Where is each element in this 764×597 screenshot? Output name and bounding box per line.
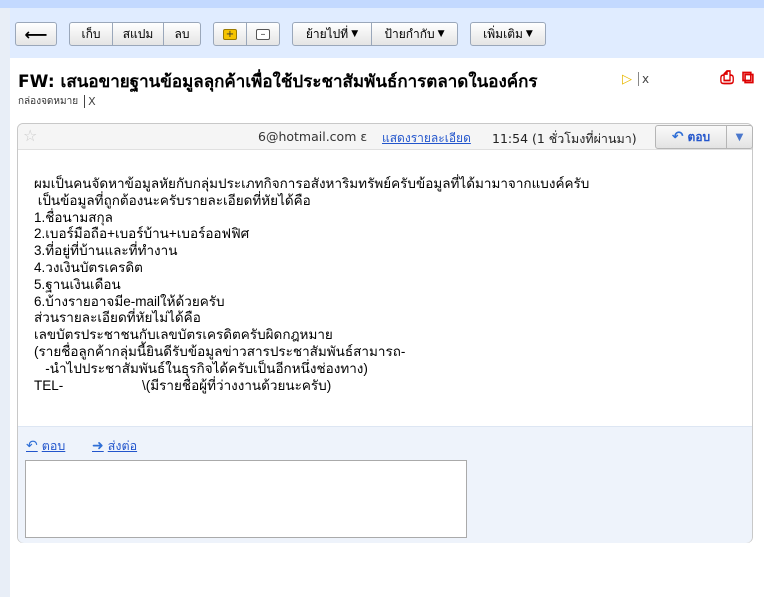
message-card: ☆ 6@hotmail.com ε แสดงรายละเอียด 11:54 (… [17, 123, 753, 543]
message-time: 11:54 (1 ชั่วโมงที่ผ่านมา) [492, 131, 637, 146]
message-header: ☆ 6@hotmail.com ε แสดงรายละเอียด 11:54 (… [18, 124, 753, 150]
sender-address: 6@hotmail.com ε [258, 129, 368, 144]
forward-arrow-icon: ➜ [92, 438, 104, 454]
delete-button[interactable]: ลบ [164, 22, 201, 46]
print-icon[interactable]: ⎙ [720, 68, 734, 88]
inbox-label: กล่องจดหมาย X [18, 94, 96, 109]
archive-button[interactable]: เก็บ [69, 22, 113, 46]
body-line: 3.ที่อยู่ที่บ้านและที่ทำงาน [34, 243, 178, 259]
inbox-label-close[interactable]: X [84, 95, 96, 108]
label-remove-icon: – [256, 28, 270, 40]
body-line: -นำไปประชาสัมพันธ์ในธุรกิจได้ครับเป็นอีก… [34, 360, 368, 376]
body-line: 5.ฐานเงินเดือน [34, 276, 121, 292]
top-icons: ⎙ ⧉ [720, 68, 754, 88]
chevron-down-icon: ▼ [437, 29, 445, 39]
footer-reply-link[interactable]: ↶ ตอบ [26, 436, 65, 456]
reply-button[interactable]: ↶ ตอบ [655, 125, 727, 149]
back-arrow-icon: ⟵ [24, 24, 48, 44]
reply-button-label: ตอบ [687, 129, 711, 144]
show-details-link[interactable]: แสดงรายละเอียด [382, 129, 471, 148]
more-actions-label: เพิ่มเติม [483, 26, 523, 41]
footer-forward-link[interactable]: ➜ ส่งต่อ [92, 436, 137, 456]
reply-footer: ↶ ตอบ ➜ ส่งต่อ [18, 426, 752, 543]
message-body: ผมเป็นคนจัดหาข้อมูลหัยกับกลุ่มประเภทกิจก… [34, 176, 589, 394]
add-label-button[interactable]: + [213, 22, 247, 46]
body-line: ส่วนรายละเอียดที่หัยไม่ได้คือ [34, 310, 201, 326]
body-line: เลขบัตรประชาชนกับเลขบัตรเครดิตครับผิดกฎห… [34, 327, 333, 343]
body-line: 2.เบอร์มือถือ+เบอร์บ้าน+เบอร์ออฟฟิศ [34, 226, 250, 242]
toolbar: ⟵ เก็บ สแปม ลบ + – ย้ายไปที่ ▼ ป้ายกำกับ ▼… [10, 8, 764, 58]
move-to-button[interactable]: ย้ายไปที่ ▼ [292, 22, 372, 46]
remove-label-button[interactable]: – [247, 22, 280, 46]
body-line: 4.วงเงินบัตรเครดิต [34, 259, 143, 275]
quick-reply-textarea[interactable] [25, 460, 467, 538]
reply-arrow-icon: ↶ [671, 129, 684, 145]
label-tag: ▷ x [622, 70, 649, 88]
body-line: 6.บ้างรายอาจมีe-mailให้ด้วยครับ [34, 293, 225, 309]
more-actions-button[interactable]: เพิ่มเติม ▼ [470, 22, 546, 46]
footer-reply-label: ตอบ [41, 438, 66, 453]
labels-label: ป้ายกำกับ [384, 26, 435, 41]
labels-button[interactable]: ป้ายกำกับ ▼ [372, 22, 458, 46]
body-line: ผมเป็นคนจัดหาข้อมูลหัยกับกลุ่มประเภทกิจก… [34, 176, 590, 191]
footer-forward-label: ส่งต่อ [107, 438, 138, 453]
chevron-down-icon: ▼ [525, 29, 533, 39]
star-icon[interactable]: ☆ [23, 126, 37, 145]
tag-icon: ▷ [622, 71, 632, 87]
move-to-label: ย้ายไปที่ [305, 26, 349, 41]
email-subject: FW: เสนอขายฐานข้อมูลลุกค้าเพื่อใช้ประชาส… [18, 72, 538, 92]
body-line: เป็นข้อมูลที่ถูกต้องนะครับรายละเอียดที่ห… [34, 192, 311, 208]
top-strip [0, 0, 764, 8]
label-tag-close[interactable]: x [638, 72, 649, 86]
back-button[interactable]: ⟵ [15, 22, 57, 46]
spam-button[interactable]: สแปม [113, 22, 164, 46]
body-line: TEL- \(มีรายชื่อผู้ที่ว่างงานด้วยนะครับ) [34, 377, 332, 393]
subject-area: FW: เสนอขายฐานข้อมูลลุกค้าเพื่อใช้ประชาส… [10, 58, 764, 122]
left-strip [0, 8, 10, 597]
new-window-icon[interactable]: ⧉ [742, 68, 754, 88]
message-more-button[interactable]: ▼ [727, 125, 753, 149]
chevron-down-icon: ▼ [351, 29, 359, 39]
body-line: 1.ชื่อนามสกุล [34, 209, 113, 225]
body-line: (รายชื่อลูกค้ากลุ่มนี้ยินดีรับข้อมูลข่าว… [34, 343, 406, 359]
reply-arrow-icon: ↶ [26, 438, 38, 454]
inbox-label-name[interactable]: กล่องจดหมาย [18, 94, 78, 109]
label-add-icon: + [223, 28, 237, 40]
